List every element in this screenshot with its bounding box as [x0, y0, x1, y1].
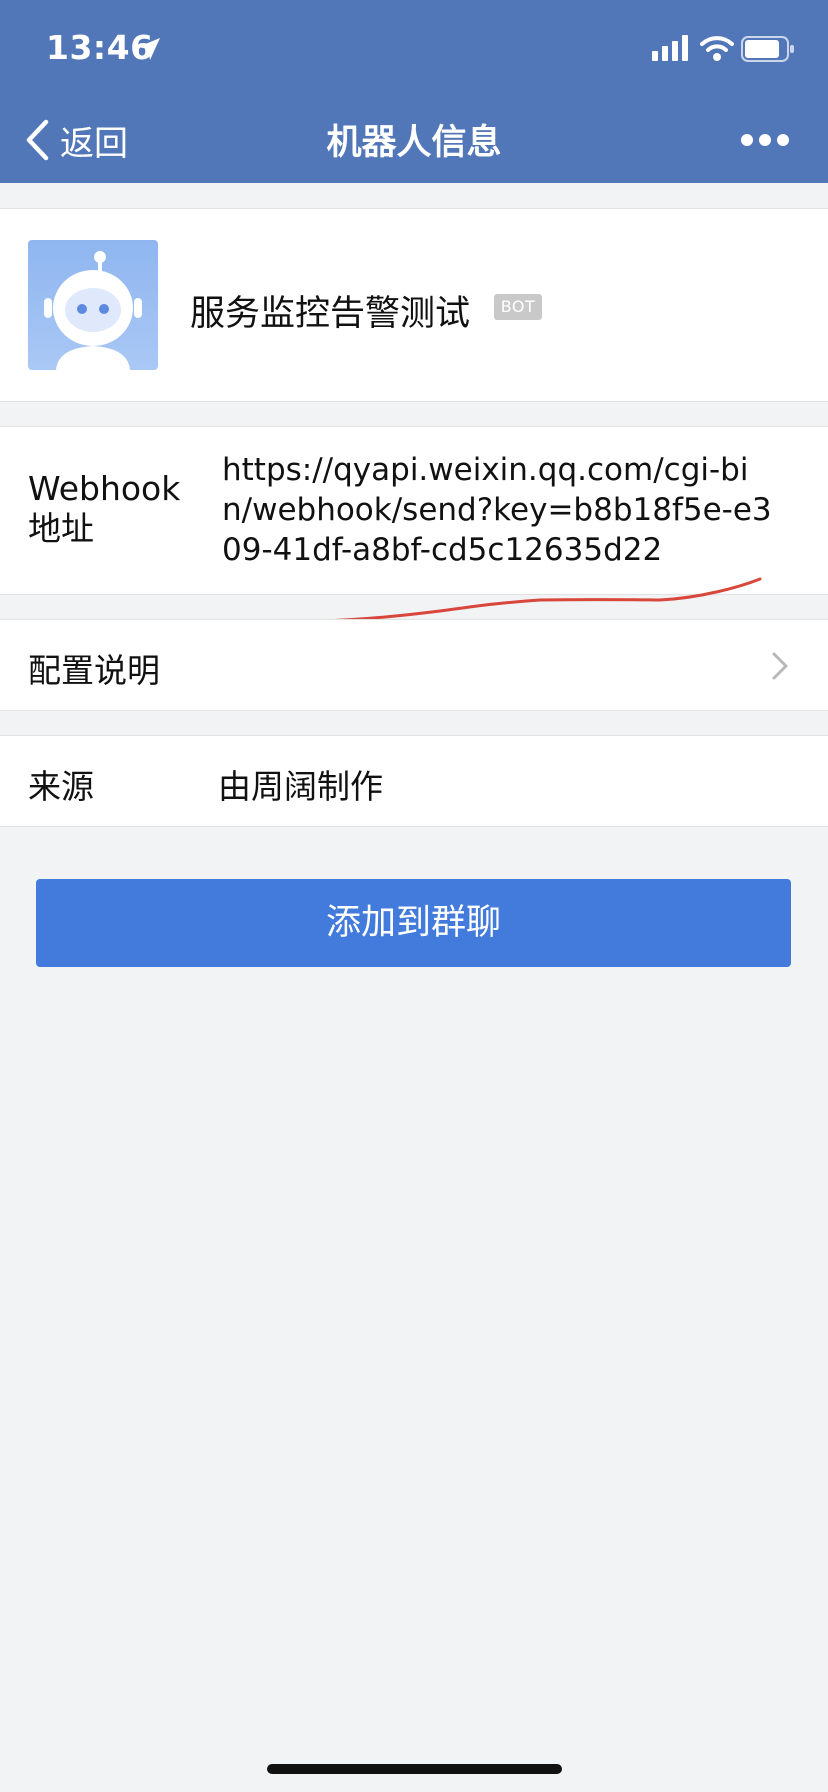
source-value: 由周阔制作: [218, 767, 383, 806]
more-icon[interactable]: [740, 130, 790, 150]
bot-name: 服务监控告警测试: [190, 294, 471, 334]
home-indicator[interactable]: [267, 1764, 562, 1774]
wifi-icon: [700, 36, 734, 61]
source-label: 来源: [28, 767, 94, 806]
page-title: 机器人信息: [326, 123, 502, 163]
config-label: 配置说明: [28, 651, 160, 690]
add-to-group-button[interactable]: 添加到群聊: [36, 879, 791, 967]
signal-icon: [652, 35, 688, 61]
bot-profile-card: 服务监控告警测试 BOT: [0, 208, 828, 402]
webhook-row: Webhook 地址 https://qyapi.weixin.qq.com/c…: [0, 426, 828, 595]
chevron-right-icon: [772, 652, 788, 680]
config-instructions-row[interactable]: 配置说明: [0, 619, 828, 711]
location-arrow-icon: [138, 38, 160, 60]
top-bar: 13:46 返回 机器人信息: [0, 0, 828, 183]
webhook-url[interactable]: https://qyapi.weixin.qq.com/cgi-bin/webh…: [222, 450, 778, 570]
bot-badge: BOT: [494, 294, 542, 320]
source-row: 来源 由周阔制作: [0, 735, 828, 827]
battery-icon: [741, 36, 794, 62]
robot-avatar: [28, 240, 158, 370]
webhook-label: Webhook 地址: [28, 469, 181, 548]
